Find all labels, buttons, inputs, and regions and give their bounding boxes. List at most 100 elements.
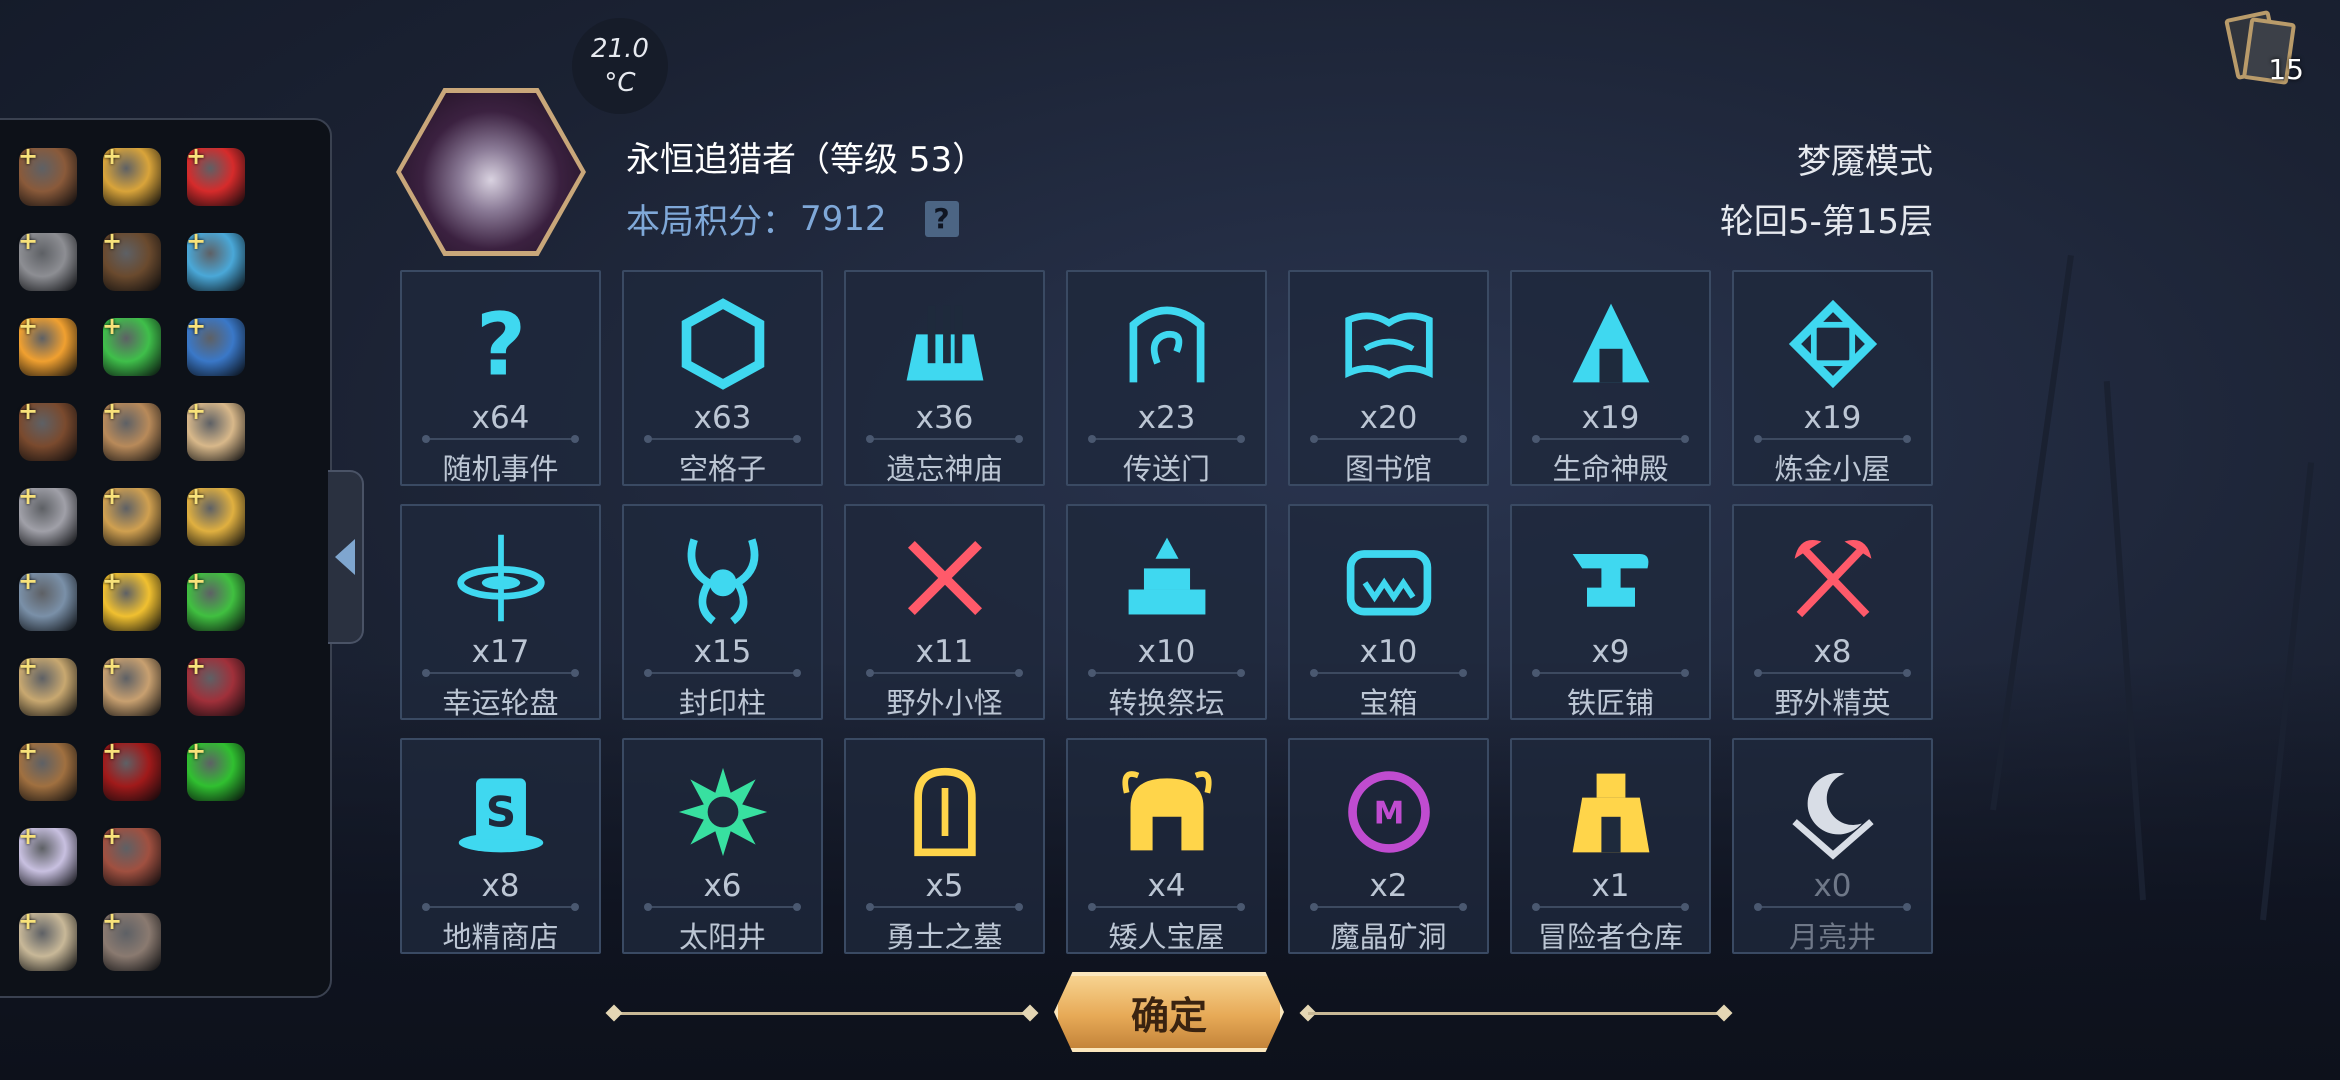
- map-node-tile[interactable]: x19 炼金小屋: [1732, 270, 1933, 486]
- collapse-inventory-button[interactable]: [328, 470, 364, 644]
- map-node-tile[interactable]: ? x64 随机事件: [400, 270, 601, 486]
- plus-icon: +: [186, 397, 207, 425]
- inventory-slot[interactable]: +: [6, 304, 90, 389]
- inventory-slot[interactable]: +: [6, 134, 90, 219]
- map-node-tile[interactable]: x17 幸运轮盘: [400, 504, 601, 720]
- demon-portrait-icon: [401, 93, 581, 251]
- game-mode: 梦魇模式: [1797, 142, 1933, 182]
- tile-divider: [644, 903, 801, 911]
- inventory-slot[interactable]: +: [174, 389, 258, 474]
- inventory-slot[interactable]: +: [174, 219, 258, 304]
- node-count: x19: [1581, 400, 1640, 436]
- tile-divider: [1310, 903, 1467, 911]
- inventory-slot[interactable]: +: [174, 304, 258, 389]
- inventory-slot[interactable]: +: [6, 729, 90, 814]
- inventory-slot[interactable]: +: [90, 134, 174, 219]
- map-node-tile[interactable]: x11 野外小怪: [844, 504, 1045, 720]
- inventory-slot[interactable]: +: [90, 644, 174, 729]
- tile-divider: [644, 435, 801, 443]
- map-node-tile[interactable]: x36 遗忘神庙: [844, 270, 1045, 486]
- tile-divider: [1310, 669, 1467, 677]
- tile-divider: [422, 669, 579, 677]
- inventory-slot[interactable]: +: [90, 559, 174, 644]
- plus-icon: +: [186, 142, 207, 170]
- plus-icon: +: [18, 482, 39, 510]
- node-count: x63: [693, 400, 752, 436]
- inventory-slot[interactable]: +: [6, 644, 90, 729]
- map-node-tile[interactable]: x63 空格子: [622, 270, 823, 486]
- inventory-slot[interactable]: +: [90, 729, 174, 814]
- map-node-tile[interactable]: x8 野外精英: [1732, 504, 1933, 720]
- inventory-slot[interactable]: +: [174, 134, 258, 219]
- inventory-slot[interactable]: +: [90, 389, 174, 474]
- inventory-slot[interactable]: +: [6, 559, 90, 644]
- node-count: x11: [915, 634, 974, 670]
- inventory-slot[interactable]: +: [90, 219, 174, 304]
- card-count: 15: [2268, 53, 2304, 86]
- map-node-tile[interactable]: x10 转换祭坛: [1066, 504, 1267, 720]
- player-avatar[interactable]: [396, 88, 586, 256]
- node-label: 炼金小屋: [1774, 452, 1891, 486]
- divider-line: [614, 1012, 1030, 1015]
- map-node-tile[interactable]: x1 冒险者仓库: [1510, 738, 1711, 954]
- map-node-tile[interactable]: x0 月亮井: [1732, 738, 1933, 954]
- node-label: 传送门: [1122, 452, 1210, 486]
- inventory-slot[interactable]: +: [6, 474, 90, 559]
- plus-icon: +: [18, 737, 39, 765]
- inventory-slot[interactable]: +: [6, 899, 90, 984]
- confirm-bar: 确定: [604, 972, 1734, 1058]
- map-node-tile[interactable]: x4 矮人宝屋: [1066, 738, 1267, 954]
- map-node-tile[interactable]: x20 图书馆: [1288, 270, 1489, 486]
- inventory-slot: [174, 814, 258, 899]
- map-node-tile[interactable]: x19 生命神殿: [1510, 270, 1711, 486]
- card-deck-button[interactable]: 15: [2224, 9, 2304, 86]
- book-icon: [1339, 294, 1439, 394]
- inventory-slot[interactable]: +: [90, 474, 174, 559]
- node-label: 铁匠铺: [1566, 686, 1654, 720]
- map-node-tile[interactable]: x10 宝箱: [1288, 504, 1489, 720]
- plus-icon: +: [186, 482, 207, 510]
- inventory-slot[interactable]: +: [6, 219, 90, 304]
- map-node-tile[interactable]: Mx2 魔晶矿洞: [1288, 738, 1489, 954]
- node-count: x19: [1803, 400, 1862, 436]
- inventory-slot[interactable]: +: [6, 389, 90, 474]
- node-label: 魔晶矿洞: [1330, 920, 1447, 954]
- map-node-tile[interactable]: x9 铁匠铺: [1510, 504, 1711, 720]
- score-help-button[interactable]: ?: [924, 200, 959, 237]
- divider-line: [1308, 1012, 1724, 1015]
- inventory-slot[interactable]: +: [90, 899, 174, 984]
- temperature-unit: °C: [604, 68, 636, 98]
- plus-icon: +: [186, 567, 207, 595]
- plus-icon: +: [102, 312, 123, 340]
- confirm-button[interactable]: 确定: [1054, 972, 1284, 1052]
- score-value: 7912: [800, 198, 887, 239]
- inventory-slot[interactable]: +: [174, 729, 258, 814]
- map-node-tile[interactable]: Sx8 地精商店: [400, 738, 601, 954]
- plus-icon: +: [18, 652, 39, 680]
- map-node-tile[interactable]: x6 太阳井: [622, 738, 823, 954]
- inventory-slot[interactable]: +: [90, 304, 174, 389]
- inventory-slot[interactable]: +: [6, 814, 90, 899]
- node-count: x20: [1359, 400, 1418, 436]
- node-label: 封印柱: [678, 686, 766, 720]
- node-label: 随机事件: [442, 452, 559, 486]
- map-node-grid: ? x64 随机事件 x63 空格子 x36 遗忘神庙 x23 传送门 x20 图书馆 x19 生命神殿…: [400, 270, 1933, 954]
- inventory-slot[interactable]: +: [174, 559, 258, 644]
- node-count: x8: [481, 868, 520, 904]
- node-count: x17: [471, 634, 530, 670]
- warehouse-icon: [1561, 762, 1661, 862]
- inventory-slot[interactable]: +: [174, 474, 258, 559]
- inventory-slot[interactable]: +: [90, 814, 174, 899]
- tombstone-icon: [895, 762, 995, 862]
- temperature-value: 21.0: [591, 34, 649, 64]
- map-node-tile[interactable]: x15 封印柱: [622, 504, 823, 720]
- map-node-tile[interactable]: x23 传送门: [1066, 270, 1267, 486]
- tile-divider: [866, 903, 1023, 911]
- anvil-icon: [1561, 528, 1661, 628]
- plus-icon: +: [18, 142, 39, 170]
- node-count: x8: [1813, 634, 1852, 670]
- inventory-slot[interactable]: +: [174, 644, 258, 729]
- tile-divider: [1532, 435, 1689, 443]
- map-node-tile[interactable]: x5 勇士之墓: [844, 738, 1045, 954]
- altar-icon: [1117, 528, 1217, 628]
